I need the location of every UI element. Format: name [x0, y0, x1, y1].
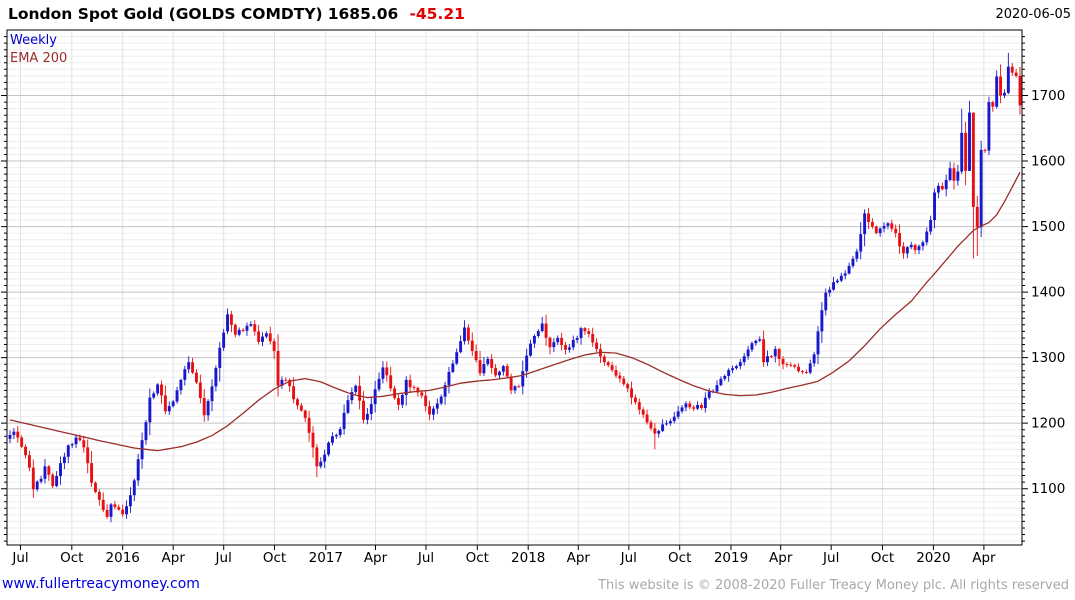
- x-axis-label: Oct: [263, 550, 286, 566]
- website-link[interactable]: www.fullertreacymoney.com: [2, 576, 200, 592]
- x-axis-label: Jul: [822, 550, 839, 566]
- y-axis-label: 1200: [1031, 416, 1065, 432]
- candlesticks: [8, 52, 1022, 523]
- x-axis-label: 2020: [916, 550, 950, 566]
- x-axis-label: Apr: [567, 550, 591, 566]
- y-axis-label: 1500: [1031, 219, 1065, 235]
- x-axis-label: Jul: [11, 550, 28, 566]
- x-axis: Jul Oct 2016 Apr Jul Oct 2017 Apr Jul Oct 2018 Apr J…: [11, 550, 996, 566]
- x-axis-label: Jul: [620, 550, 637, 566]
- chart-legend: Weekly EMA 200: [10, 32, 67, 68]
- y-axis-label: 1700: [1031, 88, 1065, 104]
- y-axis-label: 1300: [1031, 350, 1065, 366]
- x-axis-label: Oct: [668, 550, 691, 566]
- x-axis-label: Apr: [364, 550, 388, 566]
- legend-timeframe: Weekly: [10, 33, 57, 48]
- x-axis-label: Apr: [972, 550, 996, 566]
- x-axis-label: 2019: [714, 550, 748, 566]
- copyright-text: This website is © 2008-2020 Fuller Treac…: [598, 578, 1069, 593]
- gridlines-minor: [8, 36, 1021, 542]
- x-axis-label: 2017: [309, 550, 343, 566]
- x-axis-label: Oct: [466, 550, 489, 566]
- x-axis-label: Apr: [769, 550, 793, 566]
- plot-border: [6, 29, 1023, 546]
- gridlines-vertical: [20, 31, 985, 544]
- chart-canvas: 1100 1200 1300 1400 1500 1600 1700 Jul Oct 2016 Ap…: [1, 29, 1065, 566]
- axis-ticks: [1, 36, 1028, 550]
- y-axis-label: 1600: [1031, 154, 1065, 170]
- x-axis-label: Oct: [871, 550, 894, 566]
- legend-ema: EMA 200: [10, 51, 68, 66]
- x-axis-label: Jul: [417, 550, 434, 566]
- y-axis-label: 1100: [1031, 481, 1065, 497]
- y-axis-label: 1400: [1031, 285, 1065, 301]
- x-axis-label: 2016: [106, 550, 140, 566]
- x-axis-label: 2018: [511, 550, 545, 566]
- x-axis-label: Oct: [60, 550, 83, 566]
- y-axis: 1100 1200 1300 1400 1500 1600 1700: [1031, 88, 1065, 497]
- x-axis-label: Apr: [162, 550, 186, 566]
- x-axis-label: Jul: [215, 550, 232, 566]
